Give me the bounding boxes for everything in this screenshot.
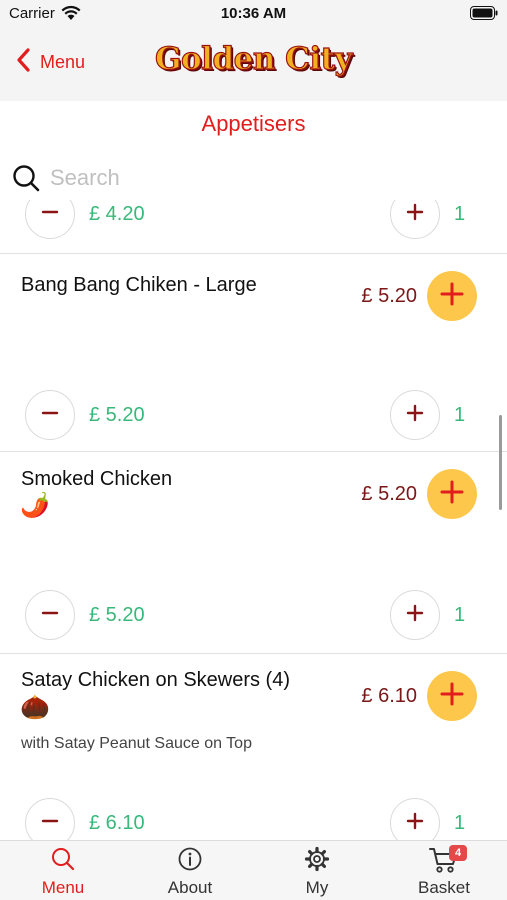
plus-icon (405, 403, 425, 428)
plus-icon (439, 479, 465, 510)
item-name: Smoked Chicken (21, 468, 173, 490)
search-bar (0, 158, 507, 198)
item-price: £ 6.10 (361, 685, 417, 707)
minus-icon (40, 603, 60, 628)
increase-quantity-button[interactable] (390, 200, 440, 239)
add-to-basket-button[interactable] (427, 469, 477, 519)
item-name: Satay Chicken on Skewers (4) (21, 669, 291, 691)
plus-icon (439, 281, 465, 312)
increase-quantity-button[interactable] (390, 590, 440, 640)
increase-quantity-button[interactable] (390, 390, 440, 440)
search-icon (50, 846, 76, 877)
plus-icon (405, 202, 425, 227)
tab-label: About (167, 878, 213, 897)
add-to-basket-button[interactable] (427, 671, 477, 721)
menu-item: Smoked Chicken 🌶️ £ 5.20 £ 5.20 1 (0, 452, 507, 654)
section-title: Appetisers (201, 111, 306, 136)
item-price: £ 5.20 (361, 483, 417, 505)
tab-basket[interactable]: 4 Basket (381, 841, 507, 900)
item-description: with Satay Peanut Sauce on Top (21, 735, 252, 752)
item-name: Bang Bang Chiken - Large (21, 274, 257, 296)
plus-icon (405, 811, 425, 836)
gear-icon (304, 846, 330, 877)
minus-icon (40, 403, 60, 428)
decrease-quantity-button[interactable] (25, 200, 75, 239)
search-icon (12, 164, 40, 197)
tab-label: Basket (418, 878, 470, 897)
line-total: £ 6.10 (89, 812, 145, 834)
plus-icon (439, 681, 465, 712)
decrease-quantity-button[interactable] (25, 590, 75, 640)
menu-item: Satay Chicken on Skewers (4) 🌰 with Sata… (0, 654, 507, 840)
info-icon (177, 846, 203, 877)
status-time: 10:36 AM (220, 5, 287, 22)
line-total: £ 4.20 (89, 203, 145, 225)
search-input[interactable] (50, 160, 480, 196)
plus-icon (405, 603, 425, 628)
quantity-value: 1 (454, 203, 466, 225)
brand-logo: Golden City (154, 40, 353, 77)
chili-pepper-icon: 🌶️ (20, 492, 50, 519)
tab-label: Menu (41, 878, 85, 897)
quantity-value: 1 (454, 404, 466, 426)
minus-icon (40, 811, 60, 836)
tab-menu[interactable]: Menu (0, 841, 126, 900)
quantity-value: 1 (454, 812, 466, 834)
scrollbar[interactable] (499, 415, 502, 510)
tab-label: My (305, 878, 329, 897)
status-bar: Carrier 10:36 AM (0, 0, 507, 28)
tab-about[interactable]: About (127, 841, 253, 900)
add-to-basket-button[interactable] (427, 271, 477, 321)
nut-icon: 🌰 (20, 694, 50, 721)
item-price: £ 5.20 (361, 285, 417, 307)
menu-item: £ 4.20 1 (0, 200, 507, 254)
increase-quantity-button[interactable] (390, 798, 440, 840)
quantity-value: 1 (454, 604, 466, 626)
tab-bar: Menu About My 4 Basket (0, 840, 507, 900)
line-total: £ 5.20 (89, 604, 145, 626)
minus-icon (40, 202, 60, 227)
tab-my[interactable]: My (254, 841, 380, 900)
line-total: £ 5.20 (89, 404, 145, 426)
menu-item-list[interactable]: £ 4.20 1 Bang Bang Chiken - Large £ 5.20… (0, 200, 507, 840)
decrease-quantity-button[interactable] (25, 798, 75, 840)
basket-count-badge: 4 (449, 845, 467, 861)
menu-item: Bang Bang Chiken - Large £ 5.20 £ 5.20 1 (0, 254, 507, 452)
navigation-bar: Menu Golden City (0, 28, 507, 101)
decrease-quantity-button[interactable] (25, 390, 75, 440)
battery-icon (470, 6, 498, 25)
